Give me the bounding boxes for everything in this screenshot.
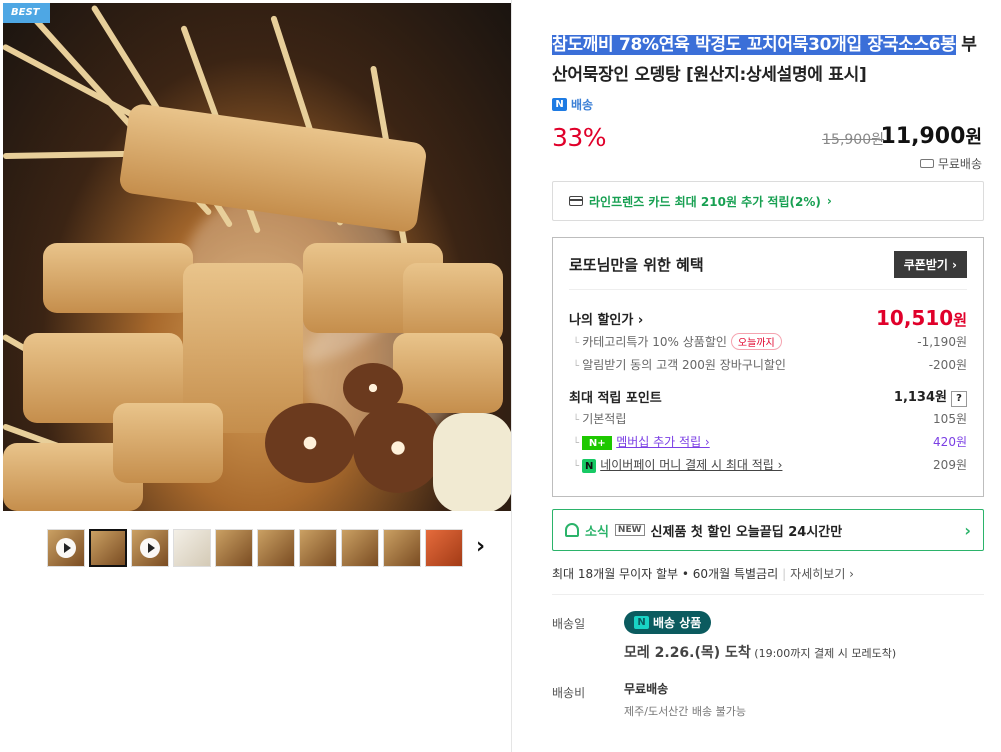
benefit-box: 로또님만을 위한 혜택 쿠폰받기 › 나의 할인가 › 10,510원 카테고리… bbox=[552, 237, 984, 497]
chevron-right-icon: › bbox=[964, 520, 971, 540]
benefit-header: 로또님만을 위한 혜택 쿠폰받기 › bbox=[569, 250, 967, 290]
card-benefit-text: 라인프렌즈 카드 최대 210원 추가 적립(2%) bbox=[589, 194, 821, 209]
arrival-note: (19:00까지 결제 시 모레도착) bbox=[750, 647, 897, 660]
thumbnail-strip bbox=[47, 528, 463, 568]
my-price-unit: 원 bbox=[953, 311, 967, 329]
news-text: 신제품 첫 할인 오늘끝딥 24시간만 bbox=[650, 524, 843, 540]
shipping-fee-value: 무료배송 bbox=[624, 682, 669, 696]
thumbnail-image[interactable] bbox=[341, 529, 379, 567]
n-delivery-pill-text: 배송 상품 bbox=[653, 616, 702, 630]
npay-delivery-badge: N 배송 bbox=[552, 96, 984, 113]
credit-card-icon bbox=[569, 196, 583, 206]
help-icon[interactable]: ? bbox=[951, 391, 967, 407]
thumbnail-image[interactable] bbox=[257, 529, 295, 567]
coupon-button[interactable]: 쿠폰받기 › bbox=[893, 251, 967, 278]
thumbnail-video-2[interactable] bbox=[131, 529, 169, 567]
alarm-discount-row: 알림받기 동의 고객 200원 장바구니할인 -200원 bbox=[569, 353, 967, 376]
npay-points-value: 209원 bbox=[933, 458, 967, 472]
base-points-row: 기본적립 105원 bbox=[569, 407, 967, 430]
thumbnail-image[interactable] bbox=[383, 529, 421, 567]
thumbnail-image[interactable] bbox=[425, 529, 463, 567]
card-benefit-box[interactable]: 라인프렌즈 카드 최대 210원 추가 적립(2%) › bbox=[552, 181, 984, 221]
shipping-fee-content: 무료배송 제주/도서산간 배송 불가능 bbox=[624, 680, 746, 719]
delivery-date-content: N 배송 상품 모레 2.26.(목) 도착 (19:00까지 결제 시 모레도착… bbox=[624, 611, 896, 662]
shipping-fee-note: 제주/도서산간 배송 불가능 bbox=[624, 705, 747, 718]
membership-points-value: 420원 bbox=[933, 435, 967, 449]
truck-icon bbox=[919, 159, 934, 168]
arrival-info: 모레 2.26.(목) 도착 (19:00까지 결제 시 모레도착) bbox=[624, 642, 896, 662]
membership-points-row: N+멤버십 추가 적립 › 420원 bbox=[569, 430, 967, 453]
npay-label-wrap: N네이버페이 머니 결제 시 최대 적립 › bbox=[573, 456, 782, 474]
category-discount-label: 카테고리특가 10% 상품할인오늘까지 bbox=[573, 333, 782, 350]
category-discount-text: 카테고리특가 10% 상품할인 bbox=[582, 335, 727, 349]
bell-icon bbox=[565, 523, 579, 537]
category-discount-row: 카테고리특가 10% 상품할인오늘까지 -1,190원 bbox=[569, 330, 967, 353]
delivery-label: 배송 bbox=[571, 98, 594, 112]
thumbnail-image[interactable] bbox=[173, 529, 211, 567]
n-delivery-pill: N 배송 상품 bbox=[624, 611, 712, 634]
delivery-date-label: 배송일 bbox=[552, 617, 586, 631]
product-gallery: BEST › bbox=[0, 0, 512, 752]
news-box[interactable]: 소식 NEW 신제품 첫 할인 오늘끝딥 24시간만 › bbox=[552, 509, 984, 551]
installment-info: 최대 18개월 무이자 할부 • 60개월 특별금리 | 자세히보기 › bbox=[552, 565, 984, 595]
free-shipping-label: 무료배송 bbox=[937, 157, 982, 171]
max-points-value-wrap: 1,134원? bbox=[894, 386, 967, 407]
n-delivery-icon: N bbox=[634, 616, 649, 629]
npay-points-row: N네이버페이 머니 결제 시 최대 적립 › 209원 bbox=[569, 453, 967, 476]
final-price-number: 11,900 bbox=[880, 124, 966, 149]
max-points-row: 최대 적립 포인트 1,134원? bbox=[569, 386, 967, 407]
my-price-link[interactable]: 나의 할인가 › bbox=[569, 309, 643, 328]
installment-text: 최대 18개월 무이자 할부 • 60개월 특별금리 bbox=[552, 567, 779, 581]
delivery-date-row: 배송일 N 배송 상품 모레 2.26.(목) 도착 (19:00까지 결제 시 … bbox=[552, 611, 984, 662]
product-title-highlighted: 참도깨비 78%연육 박경도 꼬치어묵30개입 장국소스6봉 bbox=[552, 35, 956, 55]
my-price-number: 10,510 bbox=[876, 306, 954, 330]
product-title: 참도깨비 78%연육 박경도 꼬치어묵30개입 장국소스6봉 부산어묵장인 오뎅… bbox=[552, 30, 984, 90]
max-points-value: 1,134원 bbox=[893, 390, 947, 405]
product-info: 참도깨비 78%연육 박경도 꼬치어묵30개입 장국소스6봉 부산어묵장인 오뎅… bbox=[552, 30, 984, 719]
play-icon bbox=[140, 538, 160, 558]
play-icon bbox=[56, 538, 76, 558]
benefit-title: 로또님만을 위한 혜택 bbox=[569, 256, 704, 274]
thumbnail-image[interactable] bbox=[215, 529, 253, 567]
installment-detail-link[interactable]: 자세히보기 › bbox=[790, 567, 854, 581]
base-points-value: 105원 bbox=[933, 412, 967, 426]
final-price: 11,900원 bbox=[881, 123, 982, 149]
arrival-date: 모레 2.26.(목) 도착 bbox=[624, 645, 751, 661]
npay-link[interactable]: 네이버페이 머니 결제 시 최대 적립 › bbox=[600, 458, 782, 472]
free-shipping: 무료배송 bbox=[919, 155, 982, 172]
shipping-fee-label: 배송비 bbox=[552, 686, 586, 700]
category-discount-value: -1,190원 bbox=[917, 335, 967, 349]
membership-link[interactable]: 멤버십 추가 적립 › bbox=[616, 435, 710, 449]
thumbnail-image[interactable] bbox=[299, 529, 337, 567]
my-price-row: 나의 할인가 › 10,510원 bbox=[569, 306, 967, 330]
npay-icon: N bbox=[582, 459, 597, 474]
thumbnail-video-1[interactable] bbox=[47, 529, 85, 567]
final-price-unit: 원 bbox=[965, 127, 982, 148]
best-badge: BEST bbox=[3, 3, 50, 23]
today-tag: 오늘까지 bbox=[730, 333, 782, 350]
chevron-right-icon[interactable]: › bbox=[476, 534, 485, 559]
chevron-right-icon: › bbox=[826, 194, 832, 208]
my-price-value: 10,510원 bbox=[876, 306, 967, 330]
alarm-discount-label: 알림받기 동의 고객 200원 장바구니할인 bbox=[573, 356, 786, 373]
main-product-image[interactable] bbox=[3, 3, 511, 511]
membership-label-wrap: N+멤버십 추가 적립 › bbox=[573, 433, 710, 451]
discount-rate: 33% bbox=[552, 123, 607, 152]
shipping-fee-row: 배송비 무료배송 제주/도서산간 배송 불가능 bbox=[552, 680, 984, 719]
n-delivery-icon: N bbox=[552, 98, 567, 111]
naver-plus-icon: N+ bbox=[582, 436, 613, 451]
news-label: 소식 bbox=[585, 524, 609, 540]
thumbnail-image-active[interactable] bbox=[89, 529, 127, 567]
new-tag: NEW bbox=[614, 524, 645, 536]
alarm-discount-value: -200원 bbox=[928, 358, 967, 372]
original-price: 15,900원 bbox=[822, 132, 884, 148]
max-points-label: 최대 적립 포인트 bbox=[569, 391, 662, 406]
base-points-label: 기본적립 bbox=[573, 410, 626, 427]
price-row: 33% 15,900원 11,900원 무료배송 bbox=[552, 123, 984, 177]
